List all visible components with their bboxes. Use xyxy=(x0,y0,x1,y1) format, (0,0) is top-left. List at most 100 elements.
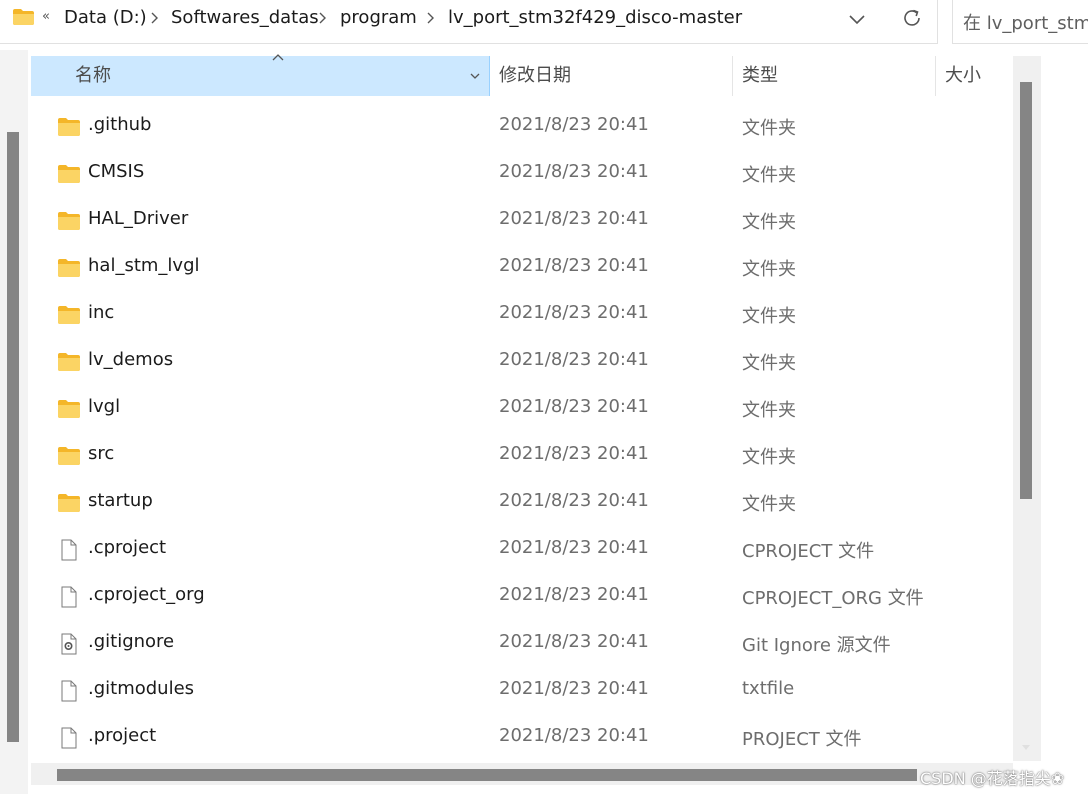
file-type: 文件夹 xyxy=(742,118,796,139)
folder-icon xyxy=(57,163,81,185)
file-row[interactable]: inc 2021/8/23 20:41 文件夹 xyxy=(31,291,1013,338)
file-row[interactable]: .project 2021/8/23 20:41 PROJECT 文件 xyxy=(31,714,1013,761)
file-modified-date: 2021/8/23 20:41 xyxy=(499,114,649,135)
search-box[interactable]: 在 lv_port_stm32f429_disco-master 中搜索 xyxy=(952,0,1088,44)
file-icon xyxy=(57,539,81,561)
folder-icon xyxy=(57,492,81,514)
column-headers: 名称 修改日期 类型 大小 xyxy=(31,54,1013,96)
breadcrumb-softwares-datas[interactable]: Softwares_datas xyxy=(171,6,319,30)
address-bar[interactable]: « Data (D:) Softwares_datas program lv_p… xyxy=(0,0,938,44)
file-type: 文件夹 xyxy=(742,494,796,515)
file-modified-date: 2021/8/23 20:41 xyxy=(499,349,649,370)
settings-file-icon xyxy=(57,633,81,655)
file-name: .cproject xyxy=(88,537,167,558)
chevron-right-icon[interactable] xyxy=(425,8,437,28)
horizontal-scrollbar-thumb[interactable] xyxy=(57,769,917,781)
file-row[interactable]: CMSIS 2021/8/23 20:41 文件夹 xyxy=(31,150,1013,197)
file-icon xyxy=(57,680,81,702)
horizontal-scrollbar[interactable] xyxy=(31,763,1013,785)
navigation-bar: « Data (D:) Softwares_datas program lv_p… xyxy=(0,0,1088,50)
file-modified-date: 2021/8/23 20:41 xyxy=(499,396,649,417)
navigation-pane xyxy=(0,50,28,794)
column-divider[interactable] xyxy=(935,56,936,96)
file-modified-date: 2021/8/23 20:41 xyxy=(499,584,649,605)
file-name: inc xyxy=(88,302,115,323)
file-type: 文件夹 xyxy=(742,212,796,233)
file-type: 文件夹 xyxy=(742,353,796,374)
file-row[interactable]: .github 2021/8/23 20:41 文件夹 xyxy=(31,103,1013,150)
file-type: CPROJECT 文件 xyxy=(742,541,875,562)
file-name: .cproject_org xyxy=(88,584,205,605)
folder-icon xyxy=(57,304,81,326)
file-row[interactable]: lv_demos 2021/8/23 20:41 文件夹 xyxy=(31,338,1013,385)
file-modified-date: 2021/8/23 20:41 xyxy=(499,537,649,558)
file-name: .gitmodules xyxy=(88,678,195,699)
file-type: txtfile xyxy=(742,678,795,699)
file-type: 文件夹 xyxy=(742,306,796,327)
file-row[interactable]: hal_stm_lvgl 2021/8/23 20:41 文件夹 xyxy=(31,244,1013,291)
file-type: 文件夹 xyxy=(742,447,796,468)
file-modified-date: 2021/8/23 20:41 xyxy=(499,631,649,652)
folder-icon xyxy=(57,351,81,373)
file-row[interactable]: .gitmodules 2021/8/23 20:41 txtfile xyxy=(31,667,1013,714)
file-name: startup xyxy=(88,490,153,511)
file-type: CPROJECT_ORG 文件 xyxy=(742,588,924,609)
file-row[interactable]: src 2021/8/23 20:41 文件夹 xyxy=(31,432,1013,479)
file-modified-date: 2021/8/23 20:41 xyxy=(499,725,649,746)
watermark: CSDN @花落指尖❀ xyxy=(920,769,1065,788)
file-row[interactable]: startup 2021/8/23 20:41 文件夹 xyxy=(31,479,1013,526)
search-input[interactable]: 在 lv_port_stm32f429_disco-master 中搜索 xyxy=(963,9,1088,35)
chevron-right-icon[interactable] xyxy=(317,8,329,28)
file-row[interactable]: .cproject_org 2021/8/23 20:41 CPROJECT_ORG… xyxy=(31,573,1013,620)
file-type: PROJECT 文件 xyxy=(742,729,862,750)
sort-ascending-icon xyxy=(272,54,284,61)
folder-icon xyxy=(57,116,81,138)
column-divider[interactable] xyxy=(732,56,733,96)
vertical-scrollbar-thumb[interactable] xyxy=(1020,82,1032,499)
breadcrumb-program[interactable]: program xyxy=(340,6,417,30)
scroll-down-arrow-icon[interactable] xyxy=(1021,744,1031,752)
file-name: CMSIS xyxy=(88,161,145,182)
breadcrumb-drive[interactable]: Data (D:) xyxy=(64,6,147,30)
column-header-name-label: 名称 xyxy=(75,65,111,86)
file-name: src xyxy=(88,443,115,464)
file-type: 文件夹 xyxy=(742,400,796,421)
file-name: .github xyxy=(88,114,152,135)
chevron-down-icon[interactable] xyxy=(846,9,868,29)
file-modified-date: 2021/8/23 20:41 xyxy=(499,443,649,464)
chevron-down-icon[interactable] xyxy=(468,69,482,83)
nav-pane-scrollbar-thumb[interactable] xyxy=(7,132,19,742)
column-header-name[interactable]: 名称 xyxy=(31,54,490,96)
column-header-date[interactable]: 修改日期 xyxy=(499,56,571,96)
chevron-right-icon[interactable] xyxy=(149,8,161,28)
folder-icon xyxy=(57,257,81,279)
file-row[interactable]: lvgl 2021/8/23 20:41 文件夹 xyxy=(31,385,1013,432)
folder-icon xyxy=(57,210,81,232)
file-row[interactable]: .gitignore 2021/8/23 20:41 Git Ignore 源文件 xyxy=(31,620,1013,667)
file-modified-date: 2021/8/23 20:41 xyxy=(499,255,649,276)
folder-icon xyxy=(13,9,34,25)
file-modified-date: 2021/8/23 20:41 xyxy=(499,208,649,229)
column-header-type[interactable]: 类型 xyxy=(742,56,778,96)
file-modified-date: 2021/8/23 20:41 xyxy=(499,490,649,511)
file-modified-date: 2021/8/23 20:41 xyxy=(499,302,649,323)
file-modified-date: 2021/8/23 20:41 xyxy=(499,161,649,182)
file-name: .gitignore xyxy=(88,631,175,652)
file-modified-date: 2021/8/23 20:41 xyxy=(499,678,649,699)
file-icon xyxy=(57,727,81,749)
file-name: lvgl xyxy=(88,396,121,417)
file-row[interactable]: .cproject 2021/8/23 20:41 CPROJECT 文件 xyxy=(31,526,1013,573)
file-type: 文件夹 xyxy=(742,259,796,280)
file-name: .project xyxy=(88,725,157,746)
file-name: lv_demos xyxy=(88,349,174,370)
file-row[interactable]: HAL_Driver 2021/8/23 20:41 文件夹 xyxy=(31,197,1013,244)
folder-icon xyxy=(57,445,81,467)
column-header-size[interactable]: 大小 xyxy=(945,56,981,96)
breadcrumb-overflow-button[interactable]: « xyxy=(42,9,50,24)
refresh-icon[interactable] xyxy=(900,6,924,30)
folder-icon xyxy=(57,398,81,420)
file-icon xyxy=(57,586,81,608)
breadcrumb-current-folder[interactable]: lv_port_stm32f429_disco-master xyxy=(448,6,742,30)
vertical-scrollbar[interactable] xyxy=(1013,56,1041,761)
file-name: HAL_Driver xyxy=(88,208,189,229)
